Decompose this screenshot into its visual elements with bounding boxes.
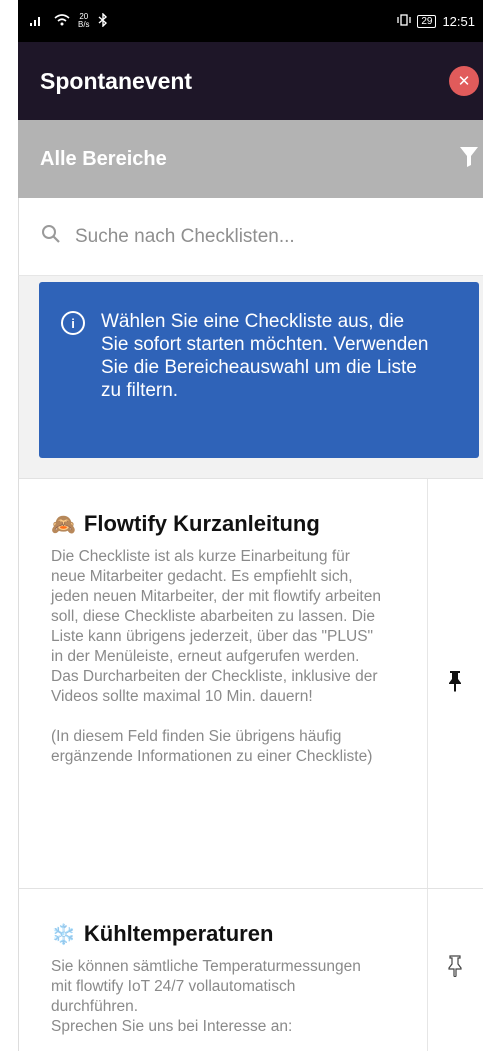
pin-button[interactable] xyxy=(427,479,483,888)
app-bar: Spontanevent ✕ xyxy=(18,42,483,120)
checklist-card-body[interactable]: 🙈 Flowtify Kurzanleitung Die Checkliste … xyxy=(19,479,428,888)
area-filter-label: Alle Bereiche xyxy=(40,147,167,170)
checklist-description: Sie können sämtliche Temperaturmessungen… xyxy=(51,958,361,1035)
snowflake-emoji-icon: ❄️ xyxy=(51,923,76,946)
search-bar xyxy=(18,198,483,276)
status-bar: 20 B/s 29 12:51 xyxy=(18,0,483,42)
info-icon: i xyxy=(61,311,85,335)
wifi-icon xyxy=(54,13,70,29)
battery-indicator: 29 xyxy=(417,14,437,28)
area-filter-bar[interactable]: Alle Bereiche xyxy=(18,120,483,198)
pin-outline-icon[interactable] xyxy=(448,955,462,982)
filter-icon[interactable] xyxy=(459,146,479,173)
checklist-card[interactable]: ❄️ Kühltemperaturen Sie können sämtliche… xyxy=(18,888,483,1051)
checklist-title: 🙈 Flowtify Kurzanleitung xyxy=(51,511,427,537)
pin-button[interactable] xyxy=(427,889,483,1051)
info-text: Wählen Sie eine Checkliste aus, die Sie … xyxy=(101,311,429,401)
checklist-card[interactable]: 🙈 Flowtify Kurzanleitung Die Checkliste … xyxy=(18,478,483,888)
vibrate-icon xyxy=(397,13,411,29)
close-icon: ✕ xyxy=(457,73,471,90)
info-banner: i Wählen Sie eine Checkliste aus, die Si… xyxy=(39,282,479,458)
search-input[interactable] xyxy=(73,224,437,249)
pin-filled-icon[interactable] xyxy=(448,670,462,697)
page-title: Spontanevent xyxy=(40,67,193,94)
network-speed: 20 B/s xyxy=(78,12,90,29)
search-icon xyxy=(41,224,61,249)
checklist-description: Die Checkliste ist als kurze Einarbeitun… xyxy=(51,548,381,765)
checklist-title-text: Kühltemperaturen xyxy=(83,921,274,946)
checklist-card-body[interactable]: ❄️ Kühltemperaturen Sie können sämtliche… xyxy=(19,889,428,1051)
monkey-emoji-icon: 🙈 xyxy=(51,513,76,536)
signal-icon xyxy=(30,14,46,29)
checklist-title: ❄️ Kühltemperaturen xyxy=(51,921,427,947)
checklist-title-text: Flowtify Kurzanleitung xyxy=(83,511,320,536)
bluetooth-icon xyxy=(98,11,108,30)
close-button[interactable]: ✕ xyxy=(449,66,479,96)
clock: 12:51 xyxy=(442,13,475,29)
